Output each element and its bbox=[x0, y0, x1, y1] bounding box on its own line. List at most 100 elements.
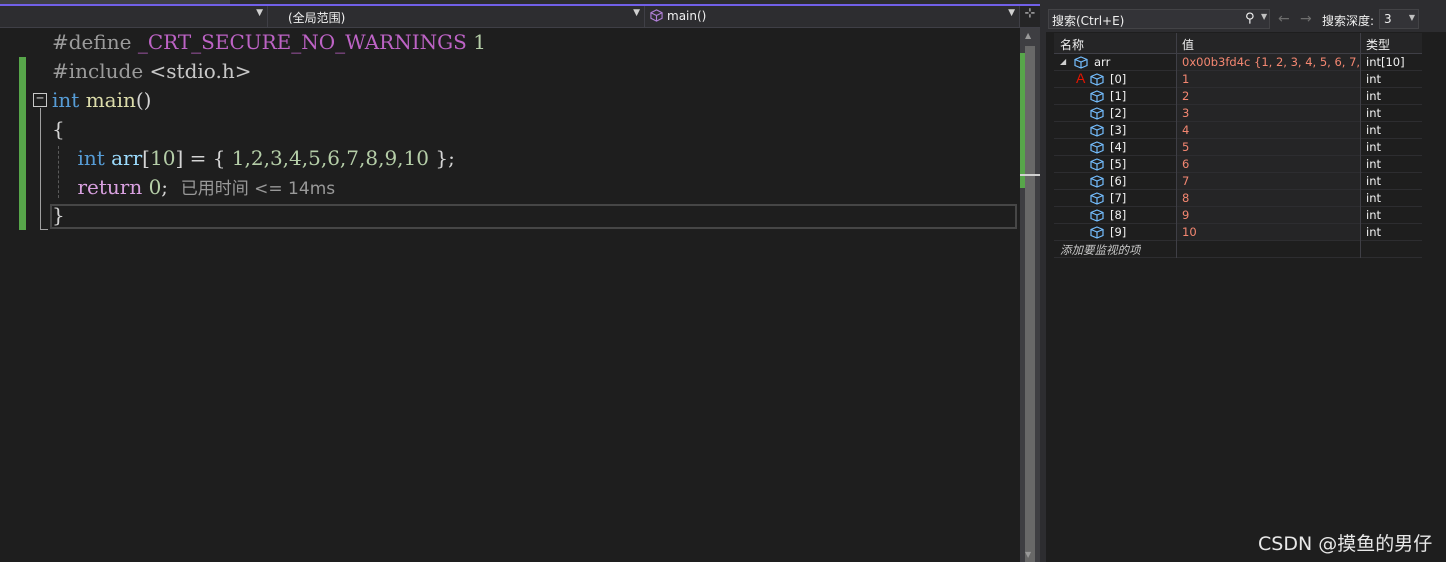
return-type-keyword: int bbox=[52, 88, 80, 112]
watch-item-type: int bbox=[1366, 123, 1381, 137]
code-line-1[interactable]: #define _CRT_SECURE_NO_WARNINGS 1 bbox=[52, 28, 486, 56]
return-value: 0 bbox=[148, 175, 162, 199]
variable-name: arr bbox=[111, 146, 143, 170]
watch-item-name: [2] bbox=[1110, 106, 1127, 120]
watch-row-element[interactable]: [8] 9 int bbox=[1054, 207, 1422, 224]
watch-item-name: [4] bbox=[1110, 140, 1127, 154]
watch-item-name: [1] bbox=[1110, 89, 1127, 103]
watch-item-name: [6] bbox=[1110, 174, 1127, 188]
watch-row-element[interactable]: [4] 5 int bbox=[1054, 139, 1422, 156]
watch-item-value[interactable]: 1 bbox=[1182, 72, 1362, 86]
watch-item-type: int bbox=[1366, 208, 1381, 222]
watch-search-input[interactable]: 搜索(Ctrl+E) ⚲ ▼ bbox=[1048, 9, 1270, 29]
watch-item-name: [9] bbox=[1110, 225, 1127, 239]
split-editor-icon[interactable]: ⊹ bbox=[1020, 6, 1040, 27]
watch-item-value[interactable]: 6 bbox=[1182, 157, 1362, 171]
watch-item-value[interactable]: 9 bbox=[1182, 208, 1362, 222]
watch-name-cell: [1] bbox=[1054, 89, 1176, 105]
initializer-values: 1,2,3,4,5,6,7,8,9,10 bbox=[231, 146, 429, 170]
watch-row-element[interactable]: [6] 7 int bbox=[1054, 173, 1422, 190]
watch-item-value[interactable]: 4 bbox=[1182, 123, 1362, 137]
watch-item-name: [3] bbox=[1110, 123, 1127, 137]
watch-item-name: [7] bbox=[1110, 191, 1127, 205]
scroll-up-icon[interactable]: ▲ bbox=[1025, 31, 1031, 40]
search-depth-label: 搜索深度: bbox=[1322, 14, 1375, 28]
column-resize-handle[interactable] bbox=[1176, 33, 1177, 54]
code-editor[interactable]: ▼ (全局范围) ▼ main() ▼ ⊹ − #define _CRT_SEC… bbox=[0, 0, 1040, 562]
watch-item-name: [0] bbox=[1110, 72, 1127, 86]
perf-tip[interactable]: 已用时间 <= 14ms bbox=[181, 179, 335, 199]
column-divider bbox=[1176, 88, 1177, 105]
watermark: CSDN @摸鱼的男仔 bbox=[1258, 533, 1433, 555]
search-depth-select[interactable]: 3 ▼ bbox=[1379, 9, 1419, 29]
watch-item-value[interactable]: 0x00b3fd4c {1, 2, 3, 4, 5, 6, 7, 8, 9... bbox=[1182, 55, 1362, 69]
change-tracking-bar bbox=[19, 57, 26, 230]
forward-arrow-icon[interactable]: → bbox=[1300, 11, 1312, 27]
watch-item-type: int bbox=[1366, 225, 1381, 239]
watch-row-element[interactable]: [3] 4 int bbox=[1054, 122, 1422, 139]
watch-item-value[interactable]: 8 bbox=[1182, 191, 1362, 205]
variable-cube-icon bbox=[1090, 175, 1104, 188]
watch-window: 搜索(Ctrl+E) ⚲ ▼ ← → 搜索深度: 3 ▼ 名称 值 类型 ◢ a… bbox=[1046, 0, 1446, 562]
column-divider bbox=[1176, 156, 1177, 173]
column-header-value[interactable]: 值 bbox=[1182, 36, 1194, 53]
variable-cube-icon bbox=[1090, 209, 1104, 222]
function-dropdown[interactable]: main() ▼ bbox=[645, 6, 1020, 27]
watch-item-value[interactable]: 7 bbox=[1182, 174, 1362, 188]
function-dropdown-label: main() bbox=[667, 9, 707, 23]
initializer-open: ] = { bbox=[175, 146, 232, 170]
array-size: 10 bbox=[149, 146, 176, 170]
watch-item-type: int bbox=[1366, 89, 1381, 103]
watch-row-element[interactable]: [9] 10 int bbox=[1054, 224, 1422, 241]
watch-name-cell: [5] bbox=[1054, 157, 1176, 173]
search-icon[interactable]: ⚲ bbox=[1245, 11, 1255, 26]
watch-item-value[interactable]: 2 bbox=[1182, 89, 1362, 103]
project-dropdown[interactable]: ▼ bbox=[0, 6, 268, 27]
watch-grid: 名称 值 类型 ◢ arr 0x00b3fd4c {1, 2, 3, 4, 5,… bbox=[1054, 33, 1422, 258]
watch-row-element[interactable]: [2] 3 int bbox=[1054, 105, 1422, 122]
chevron-down-icon: ▼ bbox=[633, 8, 640, 18]
code-line-4[interactable]: { bbox=[52, 115, 65, 143]
code-line-7[interactable]: } bbox=[52, 201, 65, 229]
add-watch-item[interactable]: 添加要监视的项 bbox=[1060, 242, 1141, 258]
column-divider bbox=[1176, 207, 1177, 224]
watch-toolbar: 搜索(Ctrl+E) ⚲ ▼ ← → 搜索深度: 3 ▼ bbox=[1046, 6, 1446, 32]
watch-name-cell: [2] bbox=[1054, 106, 1176, 122]
code-line-3[interactable]: int main() bbox=[52, 86, 151, 114]
navigation-bar: ▼ (全局范围) ▼ main() ▼ ⊹ bbox=[0, 6, 1040, 28]
collapse-icon[interactable]: − bbox=[33, 92, 47, 107]
watch-row-element[interactable]: [7] 8 int bbox=[1054, 190, 1422, 207]
watch-grid-header: 名称 值 类型 bbox=[1054, 33, 1422, 54]
back-arrow-icon[interactable]: ← bbox=[1278, 11, 1290, 27]
watch-name-cell: [6] bbox=[1054, 174, 1176, 190]
column-header-type[interactable]: 类型 bbox=[1366, 36, 1390, 53]
watch-item-value[interactable]: 10 bbox=[1182, 225, 1362, 239]
watch-add-row[interactable]: 添加要监视的项 bbox=[1054, 241, 1422, 258]
watch-row-element[interactable]: [1] 2 int bbox=[1054, 88, 1422, 105]
collapse-triangle-icon[interactable]: ◢ bbox=[1060, 57, 1066, 66]
watch-item-type: int[10] bbox=[1366, 55, 1405, 69]
code-line-5[interactable]: int arr[10] = { 1,2,3,4,5,6,7,8,9,10 }; bbox=[52, 144, 454, 172]
editor-scrollbar[interactable]: ▲ ▼ bbox=[1020, 28, 1040, 562]
watch-item-type: int bbox=[1366, 106, 1381, 120]
watch-item-value[interactable]: 5 bbox=[1182, 140, 1362, 154]
scope-dropdown[interactable]: (全局范围) ▼ bbox=[268, 6, 645, 27]
chevron-down-icon: ▼ bbox=[256, 8, 263, 18]
watch-name-cell: ◢ arr bbox=[1054, 55, 1176, 71]
watch-item-value[interactable]: 3 bbox=[1182, 106, 1362, 120]
watch-row-element[interactable]: A [0] 1 int bbox=[1054, 71, 1422, 88]
scroll-down-icon[interactable]: ▼ bbox=[1025, 550, 1031, 559]
scrollbar-thumb[interactable] bbox=[1025, 46, 1035, 562]
column-header-name[interactable]: 名称 bbox=[1060, 36, 1084, 53]
watch-row-arr[interactable]: ◢ arr 0x00b3fd4c {1, 2, 3, 4, 5, 6, 7, 8… bbox=[1054, 54, 1422, 71]
bracket-open: [ bbox=[142, 146, 150, 170]
watch-scrollbar-area bbox=[1422, 33, 1446, 562]
scrollbar-change-marker bbox=[1020, 53, 1025, 188]
code-line-6[interactable]: return 0; 已用时间 <= 14ms bbox=[52, 173, 335, 201]
fold-region-end bbox=[40, 229, 48, 230]
watch-row-element[interactable]: [5] 6 int bbox=[1054, 156, 1422, 173]
code-line-2[interactable]: #include <stdio.h> bbox=[52, 57, 251, 85]
chevron-down-icon[interactable]: ▼ bbox=[1261, 12, 1267, 21]
column-divider bbox=[1176, 241, 1177, 258]
column-resize-handle[interactable] bbox=[1360, 33, 1361, 54]
